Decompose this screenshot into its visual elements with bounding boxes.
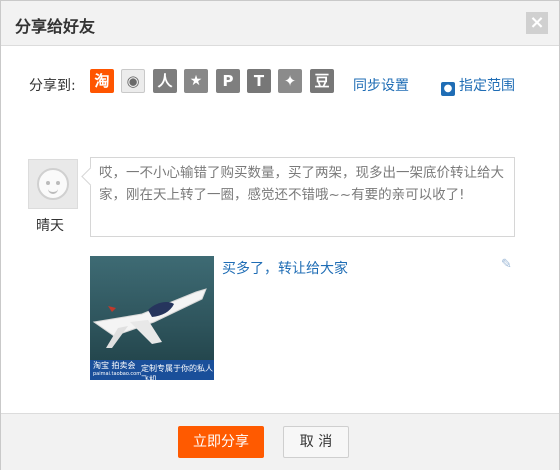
specify-scope-label: 指定范围: [459, 78, 515, 94]
thumbnail-brand-title: 淘宝 拍卖会: [93, 361, 136, 370]
sync-settings-link[interactable]: 同步设置: [353, 75, 409, 95]
close-button[interactable]: ×: [526, 12, 548, 34]
pinterest-icon[interactable]: P: [216, 69, 240, 93]
renren-icon[interactable]: 人: [153, 69, 177, 93]
dialog-title: 分享给好友: [15, 17, 96, 36]
qzone-icon[interactable]: ✦: [278, 69, 302, 93]
share-now-button[interactable]: 立即分享: [178, 426, 264, 458]
share-dialog: 分享给好友 × 分享到: 淘 ◉ 人 ★ P T ✦ 豆 同步设置 ● 指定范围 …: [0, 0, 560, 470]
specify-scope-link[interactable]: ● 指定范围: [441, 75, 515, 96]
avatar-mouth: [48, 187, 58, 194]
thumbnail-caption: 定制专属于你的私人飞机: [141, 364, 213, 380]
bubble-arrow: [81, 167, 100, 186]
avatar-eye-left: [46, 181, 50, 185]
tieba-icon[interactable]: T: [247, 69, 271, 93]
title-bar: 分享给好友 ×: [1, 1, 559, 46]
kaixin-icon[interactable]: ★: [184, 69, 208, 93]
thumbnail-brand: 淘宝 拍卖会 paimai.taobao.com: [93, 361, 141, 379]
taobao-icon[interactable]: 淘: [90, 69, 114, 93]
user-icon: ●: [441, 82, 455, 96]
avatar: [28, 159, 78, 209]
dialog-footer: 立即分享 取 消: [1, 413, 559, 470]
avatar-eye-right: [56, 181, 60, 185]
thumbnail-brand-url: paimai.taobao.com: [93, 371, 142, 377]
cancel-button[interactable]: 取 消: [283, 426, 349, 458]
item-title-link[interactable]: 买多了，转让给大家: [222, 258, 348, 278]
default-avatar-icon: [37, 168, 69, 200]
douban-icon[interactable]: 豆: [310, 69, 334, 93]
message-box[interactable]: 哎，一不小心输错了购买数量，买了两架，现多出一架底价转让给大家，刚在天上转了一圈…: [81, 157, 515, 237]
message-text[interactable]: 哎，一不小心输错了购买数量，买了两架，现多出一架底价转让给大家，刚在天上转了一圈…: [99, 162, 504, 206]
edit-pencil-icon[interactable]: ✎: [501, 257, 517, 273]
share-targets-row: 分享到: 淘 ◉ 人 ★ P T ✦ 豆 同步设置 ● 指定范围: [1, 67, 559, 99]
share-to-label: 分享到:: [29, 78, 76, 94]
sina-weibo-icon[interactable]: ◉: [121, 69, 145, 93]
item-thumbnail[interactable]: 淘宝 拍卖会 paimai.taobao.com 定制专属于你的私人飞机: [90, 256, 214, 380]
airplane-image: [92, 288, 207, 348]
username: 晴天: [36, 218, 64, 234]
